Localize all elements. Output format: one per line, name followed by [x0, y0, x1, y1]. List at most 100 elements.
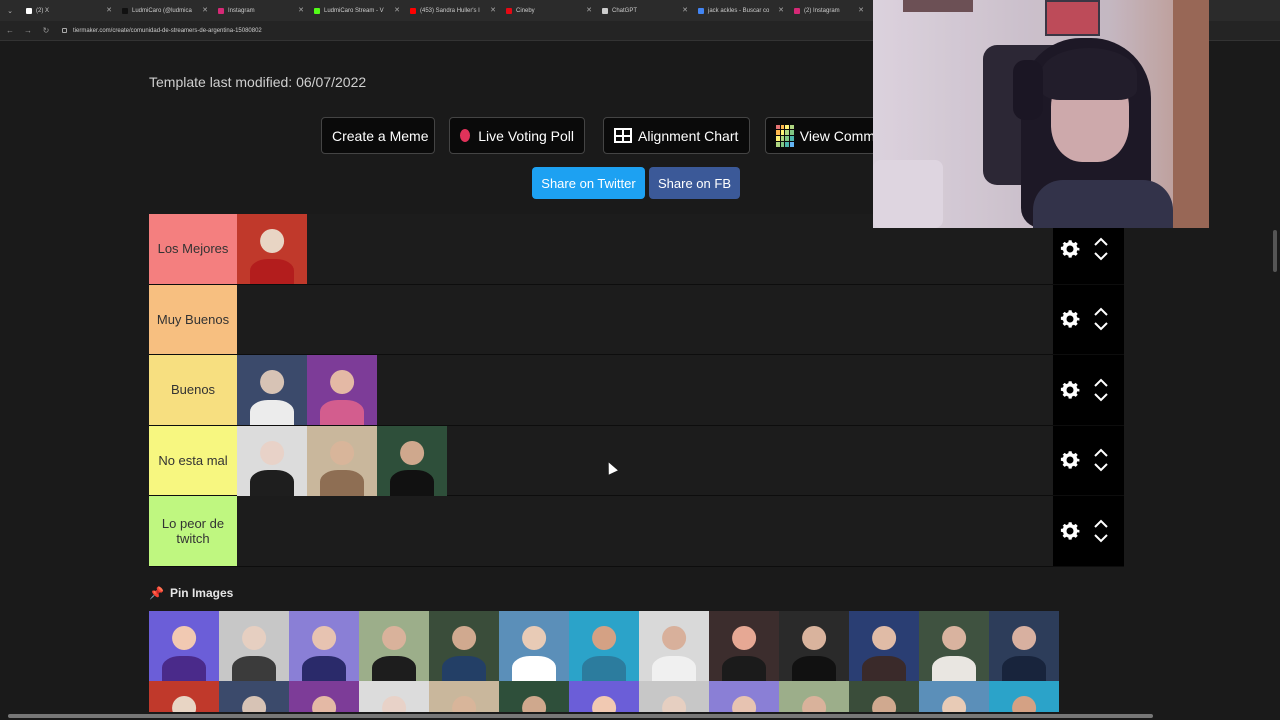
horizontal-scrollbar[interactable]: [0, 712, 1280, 720]
move-up-icon[interactable]: [1094, 519, 1108, 528]
streamer-image[interactable]: [709, 611, 779, 681]
tab-favicon-icon: [698, 7, 704, 14]
view-community-label: View Comm: [799, 127, 875, 144]
tier-controls: [1053, 496, 1124, 566]
site-info-icon[interactable]: [62, 28, 67, 33]
gear-icon[interactable]: [1058, 378, 1082, 402]
live-voting-poll-label: Live Voting Poll: [478, 127, 574, 144]
tier-label[interactable]: Buenos: [149, 355, 237, 425]
browser-tab[interactable]: Cineby ✕: [500, 0, 596, 21]
tab-label: Instagram: [228, 7, 255, 14]
alignment-chart-label: Alignment Chart: [638, 127, 739, 144]
move-down-icon[interactable]: [1094, 322, 1108, 331]
tier-items-dropzone[interactable]: [237, 496, 1053, 566]
tab-search-icon[interactable]: ⌄: [0, 0, 20, 21]
close-tab-icon[interactable]: ✕: [682, 6, 688, 14]
tab-favicon-icon: [26, 7, 32, 14]
create-meme-label: Create a Meme: [332, 127, 429, 144]
streamer-image[interactable]: [237, 214, 307, 284]
streamer-image[interactable]: [237, 425, 307, 496]
tab-favicon-icon: [506, 7, 512, 14]
tier-items-dropzone[interactable]: [237, 355, 1053, 425]
reload-icon[interactable]: ↻: [38, 26, 54, 35]
move-down-icon[interactable]: [1094, 393, 1108, 402]
color-grid-icon: [776, 124, 794, 147]
browser-tab[interactable]: LudmiCaro Stream - V ✕: [308, 0, 404, 21]
create-meme-button[interactable]: Create a Meme: [321, 117, 435, 154]
share-fb-label: Share on FB: [658, 175, 731, 191]
streamer-image[interactable]: [499, 611, 569, 681]
image-pool: [149, 611, 1059, 720]
close-tab-icon[interactable]: ✕: [490, 6, 496, 14]
browser-tab[interactable]: (453) Sandra Huller's I ✕: [404, 0, 500, 21]
close-tab-icon[interactable]: ✕: [106, 6, 112, 14]
tier-label[interactable]: Lo peor de twitch: [149, 496, 237, 566]
gear-icon[interactable]: [1058, 448, 1082, 472]
streamer-image[interactable]: [569, 611, 639, 681]
streamer-image[interactable]: [219, 611, 289, 681]
streamer-image[interactable]: [919, 611, 989, 681]
streamer-image[interactable]: [307, 425, 377, 496]
tab-favicon-icon: [218, 7, 224, 14]
gear-icon[interactable]: [1058, 307, 1082, 331]
streamer-image[interactable]: [359, 611, 429, 681]
close-tab-icon[interactable]: ✕: [778, 6, 784, 14]
browser-tab[interactable]: (2) Instagram ✕: [788, 0, 868, 21]
tab-label: LudmiCaro Stream - V: [324, 7, 384, 14]
streamer-image[interactable]: [849, 611, 919, 681]
browser-tab[interactable]: jack ackles - Buscar co ✕: [692, 0, 788, 21]
streamer-image[interactable]: [779, 611, 849, 681]
tier-controls: [1053, 425, 1124, 495]
move-down-icon[interactable]: [1094, 534, 1108, 543]
browser-tab[interactable]: ChatGPT ✕: [596, 0, 692, 21]
close-tab-icon[interactable]: ✕: [586, 6, 592, 14]
tier-items-dropzone[interactable]: [237, 284, 1053, 354]
close-tab-icon[interactable]: ✕: [298, 6, 304, 14]
tab-label: (2) Instagram: [804, 7, 840, 14]
close-tab-icon[interactable]: ✕: [858, 6, 864, 14]
browser-tab[interactable]: Instagram ✕: [212, 0, 308, 21]
url-field[interactable]: tiermaker.com/create/comunidad-de-stream…: [62, 28, 262, 34]
alignment-chart-button[interactable]: Alignment Chart: [603, 117, 750, 154]
streamer-image[interactable]: [307, 355, 377, 425]
tier-label[interactable]: Los Mejores: [149, 214, 237, 284]
share-twitter-button[interactable]: Share on Twitter: [532, 167, 645, 199]
streamer-image[interactable]: [429, 611, 499, 681]
streamer-image[interactable]: [377, 425, 447, 496]
forward-icon[interactable]: →: [20, 26, 36, 35]
tab-label: ChatGPT: [612, 7, 638, 14]
streamer-image[interactable]: [989, 611, 1059, 681]
streamer-image[interactable]: [639, 611, 709, 681]
streamer-image[interactable]: [237, 355, 307, 425]
tab-favicon-icon: [410, 7, 416, 14]
tier-label[interactable]: Muy Buenos: [149, 284, 237, 354]
move-up-icon[interactable]: [1094, 378, 1108, 387]
tab-favicon-icon: [602, 7, 608, 14]
gear-icon[interactable]: [1058, 237, 1082, 261]
browser-tab[interactable]: LudmiCaro (@ludmica ✕: [116, 0, 212, 21]
close-tab-icon[interactable]: ✕: [394, 6, 400, 14]
live-voting-poll-button[interactable]: Live Voting Poll: [449, 117, 585, 154]
move-up-icon[interactable]: [1094, 307, 1108, 316]
back-icon[interactable]: ←: [2, 26, 18, 35]
share-fb-button[interactable]: Share on FB: [649, 167, 740, 199]
move-up-icon[interactable]: [1094, 448, 1108, 457]
tab-label: (2) X: [36, 7, 50, 14]
tier-items-dropzone[interactable]: [237, 425, 1053, 496]
tier-row: Muy Buenos: [149, 284, 1124, 355]
tier-label[interactable]: No esta mal: [149, 425, 237, 495]
streamer-image[interactable]: [289, 611, 359, 681]
move-up-icon[interactable]: [1094, 237, 1108, 246]
record-dot-icon: [460, 129, 471, 142]
move-down-icon[interactable]: [1094, 463, 1108, 472]
view-community-button[interactable]: View Comm: [765, 117, 885, 154]
tab-label: Cineby: [516, 7, 535, 14]
gear-icon[interactable]: [1058, 519, 1082, 543]
pin-images-heading: 📌 Pin Images: [149, 586, 233, 600]
move-down-icon[interactable]: [1094, 252, 1108, 261]
vertical-scrollbar[interactable]: [1270, 228, 1280, 708]
streamer-image[interactable]: [149, 611, 219, 681]
pin-images-label: Pin Images: [169, 586, 234, 600]
close-tab-icon[interactable]: ✕: [202, 6, 208, 14]
browser-tab[interactable]: (2) X ✕: [20, 0, 116, 21]
